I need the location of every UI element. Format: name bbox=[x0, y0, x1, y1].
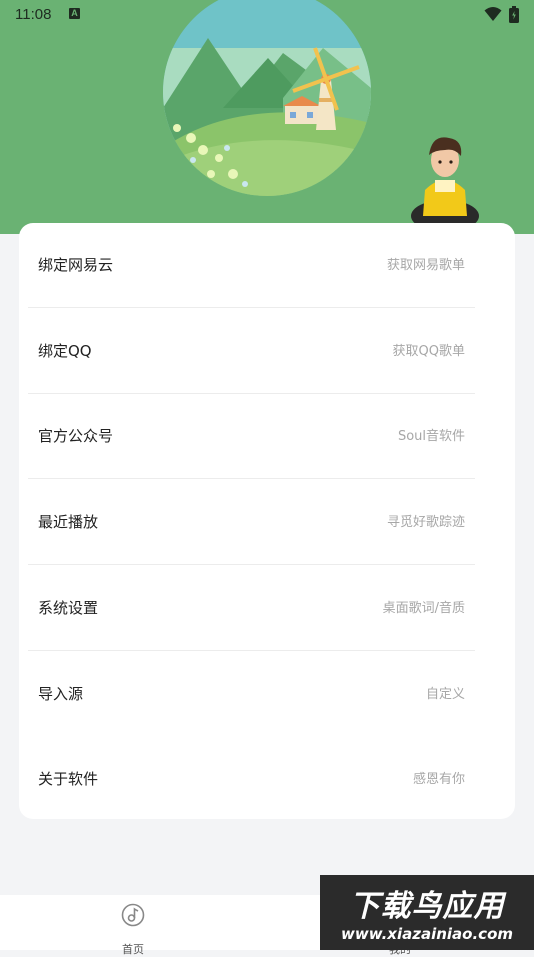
music-note-icon bbox=[121, 903, 145, 927]
watermark-logo: 下载鸟应用 www.xiazainiao.com bbox=[320, 875, 534, 950]
menu-item-desc: Soul音软件 bbox=[397, 429, 465, 444]
menu-item-desc: 获取网易歌单 bbox=[386, 258, 465, 273]
divider bbox=[28, 478, 475, 479]
menu-item-about[interactable]: 关于软件 感恩有你 bbox=[19, 737, 515, 822]
notification-icon: A bbox=[69, 8, 80, 19]
menu-item-bind-qq[interactable]: 绑定QQ 获取QQ歌单 bbox=[19, 309, 515, 394]
divider bbox=[28, 650, 475, 651]
divider bbox=[28, 307, 475, 308]
menu-item-desc: 桌面歌词/音质 bbox=[382, 601, 465, 616]
menu-item-desc: 自定义 bbox=[425, 687, 465, 702]
menu-item-desc: 寻觅好歌踪迹 bbox=[386, 515, 465, 530]
menu-item-system-settings[interactable]: 系统设置 桌面歌词/音质 bbox=[19, 566, 515, 651]
nav-home-label: 首页 bbox=[122, 943, 144, 956]
menu-item-official-account[interactable]: 官方公众号 Soul音软件 bbox=[19, 394, 515, 479]
menu-item-label: 绑定QQ bbox=[38, 342, 92, 360]
wifi-icon bbox=[484, 7, 502, 21]
watermark-title: 下载鸟应用 bbox=[349, 889, 505, 924]
landscape-illustration bbox=[163, 0, 371, 196]
nav-home[interactable]: 首页 bbox=[113, 901, 153, 956]
menu-item-label: 官方公众号 bbox=[38, 427, 114, 445]
menu-item-desc: 获取QQ歌单 bbox=[392, 344, 465, 359]
divider bbox=[28, 564, 475, 565]
menu-item-label: 系统设置 bbox=[38, 599, 99, 617]
settings-card: 绑定网易云 获取网易歌单 绑定QQ 获取QQ歌单 官方公众号 Soul音软件 最… bbox=[19, 223, 515, 819]
menu-item-import-source[interactable]: 导入源 自定义 bbox=[19, 652, 515, 737]
menu-item-label: 最近播放 bbox=[38, 513, 99, 531]
menu-item-label: 绑定网易云 bbox=[38, 256, 114, 274]
menu-item-label: 关于软件 bbox=[38, 770, 99, 788]
watermark-url: www.xiazainiao.com bbox=[340, 925, 514, 943]
menu-item-desc: 感恩有你 bbox=[412, 772, 465, 787]
menu-item-label: 导入源 bbox=[38, 685, 84, 703]
menu-item-recent-play[interactable]: 最近播放 寻觅好歌踪迹 bbox=[19, 480, 515, 565]
status-time: 11:08 bbox=[15, 6, 52, 23]
menu-item-bind-netease[interactable]: 绑定网易云 获取网易歌单 bbox=[19, 223, 515, 308]
battery-icon bbox=[509, 6, 519, 23]
